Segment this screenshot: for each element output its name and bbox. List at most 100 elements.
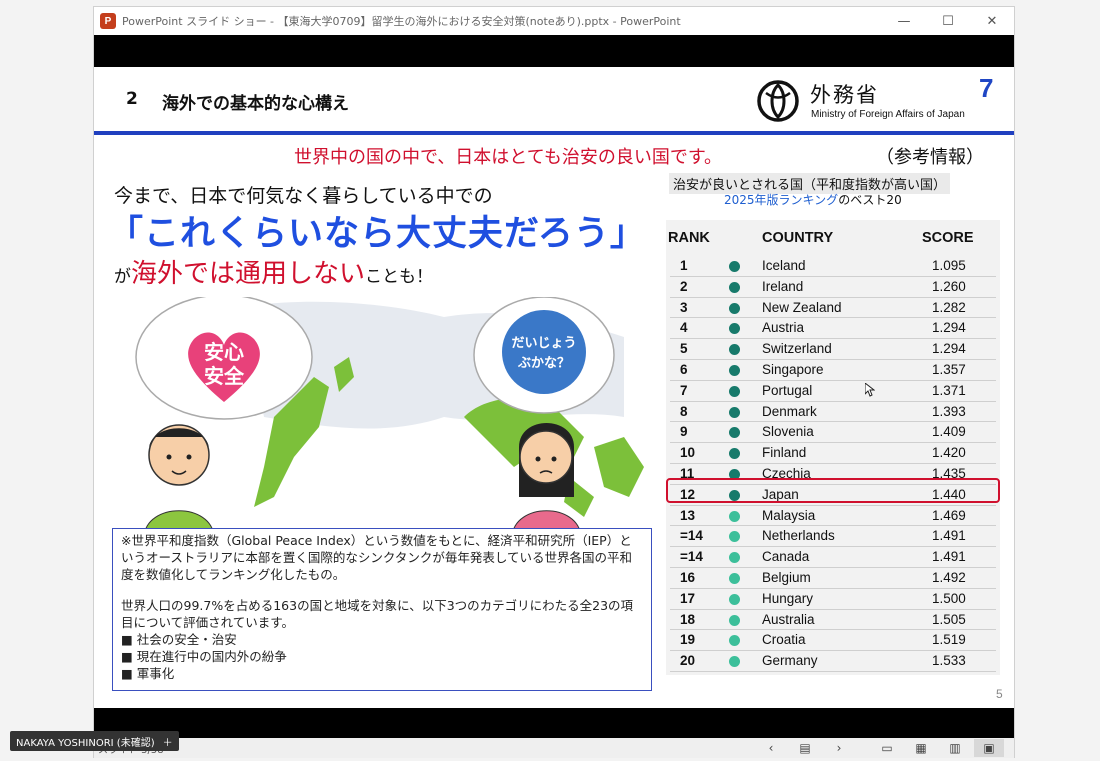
table-row: 13 Malaysia 1.469 [666,506,1000,527]
slide-page-number: 7 [979,73,994,103]
slideshow-letterbox-top [94,35,1014,67]
next-icon[interactable]: › [824,739,854,757]
score-cell: 1.294 [932,341,966,357]
add-icon[interactable]: ＋ [163,734,173,749]
close-icon[interactable]: ✕ [970,7,1014,35]
note-paragraph-2: 世界人口の99.7%を占める163の国と地域を対象に、以下3つのカテゴリにわたる… [121,598,634,630]
title-bar: P PowerPoint スライド ショー - 【東海大学0709】留学生の海外… [94,7,1014,35]
line3-emphasis: 海外では通用しない [131,259,366,289]
slide-canvas[interactable]: 2 海外での基本的な心構え 外務省 Ministry of Foreign Af… [94,67,1014,708]
minimize-icon[interactable]: — [882,7,926,35]
score-cell: 1.393 [932,403,966,419]
score-dot-icon [729,364,740,376]
rank-cell: 2 [680,278,688,294]
line3-prefix: が [114,267,131,287]
score-cell: 1.420 [932,445,966,461]
score-dot-icon [729,323,740,335]
score-cell: 1.533 [932,653,966,669]
illustration: 安心 安全 だいじょう ぶかな？ [135,297,644,537]
reference-label: （参考情報） [876,147,984,168]
rank-cell: 17 [680,590,696,606]
score-dot-icon [729,572,740,584]
status-bar: スライド 5/58 ‹ ▤ › ▭ ▦ ▥ ▣ [94,738,1014,758]
thought-bubble-left: 安心 安全 [135,297,313,420]
slide-sorter-icon[interactable]: ▦ [906,739,936,757]
country-cell: Belgium [762,569,811,585]
man-character-icon [143,424,215,537]
line3-suffix: ことも！ [365,267,434,287]
table-row: 4 Austria 1.294 [666,318,1000,340]
headline: 世界中の国の中で、日本はとても治安の良い国です。 [294,147,723,168]
section-number: 2 [126,89,138,109]
rank-cell: 9 [680,424,688,440]
table-row: =14 Netherlands 1.491 [666,526,1000,548]
table-row: 3 New Zealand 1.282 [666,298,1000,319]
slide-title: 海外での基本的な心構え [162,94,349,114]
rank-cell: 6 [680,361,688,377]
score-cell: 1.469 [932,507,966,523]
body-line-3: が海外では通用しないことも！ [114,253,433,290]
ranking-best20: のベスト20 [838,193,902,207]
mofa-logo-icon [757,80,799,122]
maximize-icon[interactable]: ☐ [926,7,970,35]
rank-cell: 4 [680,320,688,336]
score-cell: 1.492 [932,569,966,585]
slide-footer-number: 5 [996,687,1003,701]
ranking-table-header: RANK COUNTRY SCORE [666,220,1000,256]
score-dot-icon [729,531,740,543]
rank-cell: =14 [680,528,703,544]
rank-header: RANK [668,230,710,246]
score-dot-icon [729,344,740,356]
slideshow-letterbox-bottom [94,708,1014,738]
table-row: 8 Denmark 1.393 [666,402,1000,423]
score-cell: 1.409 [932,424,966,440]
rank-cell: 1 [680,258,688,273]
row-separator [670,670,996,672]
bubble-text-right-2: ぶかな？ [517,356,570,371]
score-header: SCORE [922,230,974,246]
score-dot-icon [729,302,740,314]
body-line-2: 「これくらいなら大丈夫だろう」 [108,214,646,254]
table-row: 18 Australia 1.505 [666,610,1000,631]
header-rule [94,131,1014,135]
score-dot-icon [729,281,740,293]
japan-highlight-box [666,478,1000,503]
participant-name: NAKAYA YOSHINORI (未確認) [16,737,155,749]
table-row: 10 Finland 1.420 [666,443,1000,464]
score-cell: 1.505 [932,611,966,627]
table-row: 19 Croatia 1.519 [666,630,1000,652]
rank-cell: 3 [680,299,688,315]
table-row: 2 Ireland 1.260 [666,277,1000,298]
country-cell: Slovenia [762,424,814,440]
score-cell: 1.260 [932,278,966,294]
ranking-year: 2025年版ランキング [724,193,839,207]
country-cell: Finland [762,445,807,461]
ministry-name-en: Ministry of Foreign Affairs of Japan [811,109,965,120]
score-dot-icon [729,614,740,626]
country-cell: Iceland [762,258,806,273]
window-controls: — ☐ ✕ [882,7,1014,35]
note-paragraph-1: ※世界平和度指数（Global Peace Index）という数値をもとに、経済… [121,533,633,582]
score-cell: 1.500 [932,590,966,606]
reading-view-icon[interactable]: ▥ [940,739,970,757]
body-line-1: 今まで、日本で何気なく暮らしている中での [114,185,493,207]
rank-cell: 8 [680,403,688,419]
score-cell: 1.491 [932,528,966,544]
normal-view-icon[interactable]: ▭ [872,739,902,757]
score-cell: 1.491 [932,549,966,565]
country-cell: Singapore [762,361,824,377]
rank-cell: 7 [680,382,688,398]
score-dot-icon [729,385,740,397]
score-cell: 1.371 [932,382,966,398]
country-cell: Germany [762,653,818,669]
country-cell: Ireland [762,278,804,294]
notes-icon[interactable]: ▤ [790,739,820,757]
score-dot-icon [729,406,740,418]
score-cell: 1.282 [932,299,966,315]
powerpoint-icon: P [100,13,116,29]
rank-cell: 13 [680,507,696,523]
country-cell: Hungary [762,590,814,606]
prev-icon[interactable]: ‹ [756,739,786,757]
slideshow-icon[interactable]: ▣ [974,739,1004,757]
rank-cell: =14 [680,549,703,565]
